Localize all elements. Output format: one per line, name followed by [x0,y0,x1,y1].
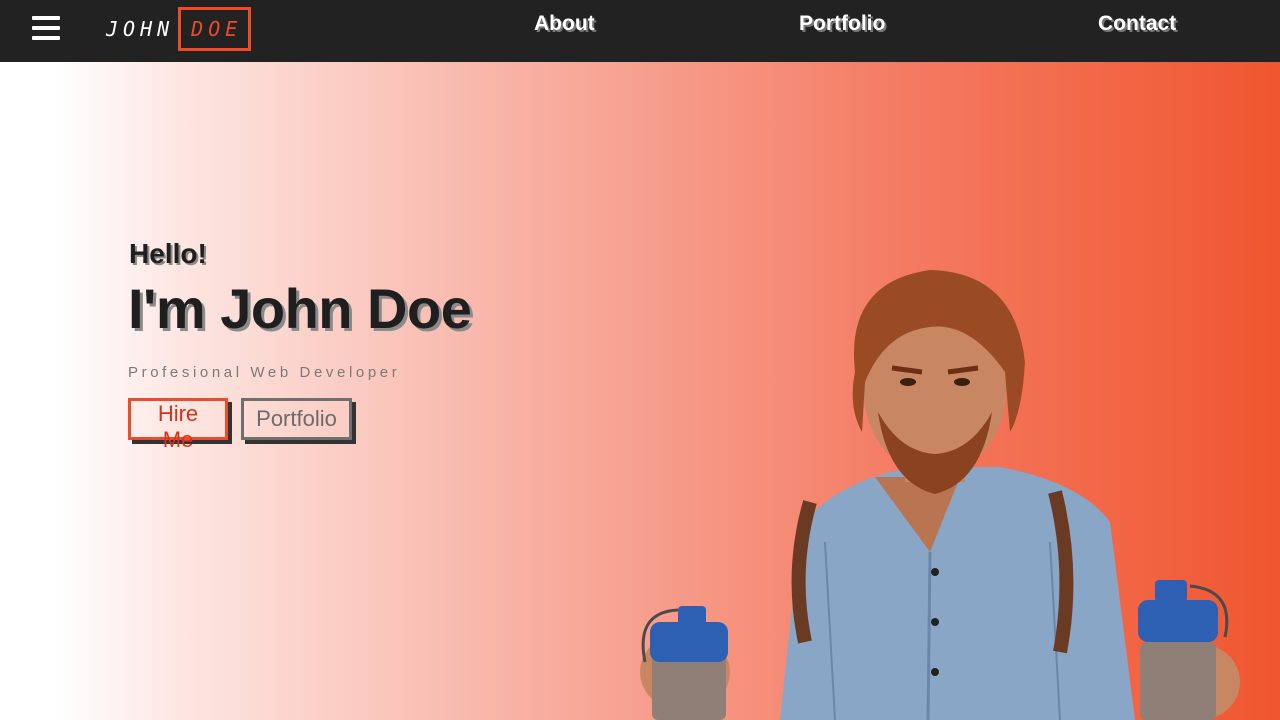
page: JOHN DOE About Portfolio Contact Hello! … [0,0,1280,720]
nav-link-contact[interactable]: Contact [1098,12,1176,36]
logo-first-name: JOHN [106,17,175,41]
nav-link-about[interactable]: About [534,12,595,36]
hero-name: I'm John Doe [128,277,472,340]
menu-bar-bottom [32,36,60,40]
hero-portrait-image [640,270,1240,720]
menu-bar-middle [32,26,60,30]
hero-section: Hello! I'm John Doe Profesional Web Deve… [0,62,1280,720]
hero-greeting: Hello! [129,238,207,269]
hire-me-button[interactable]: Hire Me [128,398,228,452]
portfolio-button[interactable]: Portfolio [241,398,352,440]
menu-bar-top [32,16,60,20]
hero-subtitle: Profesional Web Developer [128,364,401,381]
hamburger-menu-icon[interactable] [32,16,60,42]
logo-last-name: DOE [178,7,252,51]
nav-link-portfolio[interactable]: Portfolio [799,12,885,36]
top-navbar: JOHN DOE About Portfolio Contact [0,0,1280,62]
site-logo[interactable]: JOHN DOE [106,7,252,51]
